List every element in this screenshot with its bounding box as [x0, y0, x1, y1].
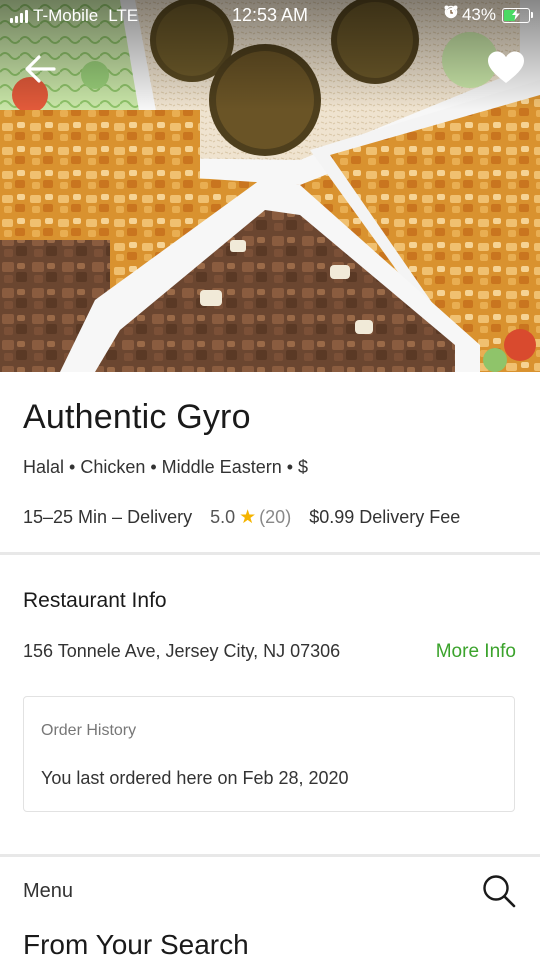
restaurant-name: Authentic Gyro	[23, 398, 251, 436]
more-info-link[interactable]: More Info	[436, 641, 516, 663]
delivery-time: 15–25 Min – Delivery	[23, 507, 193, 527]
menu-label: Menu	[23, 880, 74, 902]
section-divider	[0, 552, 540, 555]
battery-charging-icon	[502, 7, 533, 23]
order-history-label: Order History	[41, 722, 137, 739]
restaurant-info-title: Restaurant Info	[23, 589, 167, 612]
menu-search-button[interactable]	[480, 872, 518, 910]
order-history-card: Order History You last ordered here on F…	[23, 696, 515, 812]
from-your-search-heading: From Your Search	[23, 929, 249, 960]
order-history-text: You last ordered here on Feb 28, 2020	[41, 768, 349, 788]
rating: 5.0 ★ (20)	[210, 506, 291, 529]
battery-percent: 43%	[461, 5, 496, 24]
arrow-left-icon	[25, 55, 56, 83]
favorite-button[interactable]	[486, 50, 526, 86]
heart-icon	[488, 51, 524, 83]
section-divider	[0, 854, 540, 857]
search-icon	[483, 875, 516, 908]
star-icon: ★	[239, 507, 257, 528]
status-bar: T-Mobile LTE 12:53 AM 43%	[0, 0, 540, 30]
rating-count: (20)	[259, 507, 292, 527]
back-button[interactable]	[22, 52, 60, 86]
restaurant-meta: 15–25 Min – Delivery 5.0 ★ (20) $0.99 De…	[23, 506, 460, 529]
restaurant-tags: Halal • Chicken • Middle Eastern • $	[23, 457, 309, 477]
restaurant-address: 156 Tonnele Ave, Jersey City, NJ 07306	[23, 641, 341, 661]
hero-food-image: T-Mobile LTE 12:53 AM 43%	[0, 0, 540, 372]
rating-value: 5.0	[210, 507, 236, 527]
status-right: 43%	[444, 5, 533, 25]
delivery-fee: $0.99 Delivery Fee	[309, 507, 461, 527]
